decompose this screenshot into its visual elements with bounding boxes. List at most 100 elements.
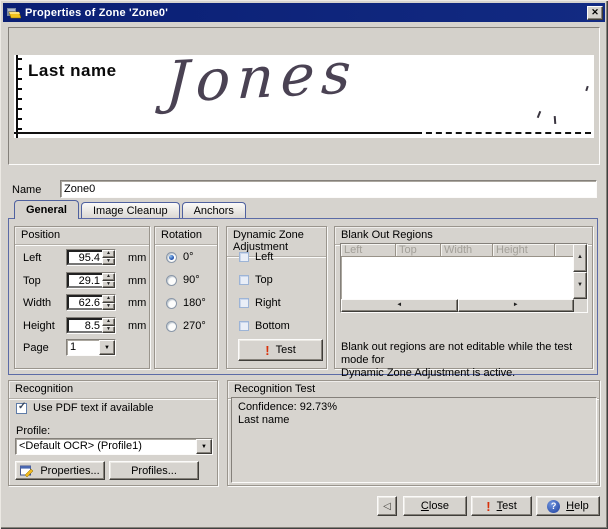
checkbox-icon[interactable] xyxy=(239,275,249,285)
rotation-90-label: 90° xyxy=(183,274,200,286)
alert-icon: ! xyxy=(486,501,490,512)
form-edge-ticks xyxy=(16,58,22,134)
note-line-1: Blank out regions are not editable while… xyxy=(341,341,588,367)
test-label: Test xyxy=(497,500,517,512)
close-label: Close xyxy=(421,500,449,512)
width-spinner: ▲▼ xyxy=(66,294,116,311)
checkbox-checked-icon[interactable]: ✓ xyxy=(16,403,27,414)
scan-noise xyxy=(585,86,588,91)
top-spinner: ▲▼ xyxy=(66,272,116,289)
use-pdf-label: Use PDF text if available xyxy=(33,402,153,414)
page-dropdown[interactable]: 1 ▼ xyxy=(66,339,116,356)
back-button[interactable]: ◁ xyxy=(377,496,397,516)
dza-bottom-label: Bottom xyxy=(255,320,290,332)
top-label: Top xyxy=(23,275,41,287)
col-left: Left xyxy=(341,244,396,257)
tab-image-cleanup[interactable]: Image Cleanup xyxy=(81,202,180,219)
top-input[interactable] xyxy=(67,273,102,288)
scroll-up-icon[interactable]: ▲ xyxy=(573,244,587,272)
profiles-button[interactable]: Profiles... xyxy=(109,461,199,480)
name-input[interactable] xyxy=(60,180,597,198)
horizontal-scrollbar[interactable]: ◄ ► xyxy=(341,299,574,312)
height-label: Height xyxy=(23,320,55,332)
rotation-0-label: 0° xyxy=(183,251,194,263)
tab-anchors[interactable]: Anchors xyxy=(182,202,246,219)
spin-up-icon[interactable]: ▲ xyxy=(102,273,115,281)
spin-down-icon[interactable]: ▼ xyxy=(102,326,115,334)
width-unit: mm xyxy=(128,297,146,309)
scroll-right-icon[interactable]: ► xyxy=(458,299,575,312)
radio-icon[interactable] xyxy=(166,252,177,263)
properties-dialog: Properties of Zone 'Zone0' ✕ Last name J… xyxy=(0,0,608,529)
note-line-2: Dynamic Zone Adjustment is active. xyxy=(341,367,588,380)
left-spinner: ▲▼ xyxy=(66,249,116,266)
scroll-left-icon[interactable]: ◄ xyxy=(341,299,458,312)
top-unit: mm xyxy=(128,275,146,287)
checkbox-icon[interactable] xyxy=(239,298,249,308)
spin-up-icon[interactable]: ▲ xyxy=(102,318,115,326)
form-baseline-dashed xyxy=(416,132,591,134)
height-spinner: ▲▼ xyxy=(66,317,116,334)
checkbox-icon[interactable] xyxy=(239,252,249,262)
position-group: Position Left ▲▼ mm Top ▲▼ mm Width ▲▼ m… xyxy=(14,226,150,369)
scroll-down-icon[interactable]: ▼ xyxy=(573,272,587,300)
height-input[interactable] xyxy=(67,318,102,333)
dza-test-label: Test xyxy=(276,344,296,356)
window-title: Properties of Zone 'Zone0' xyxy=(25,7,587,19)
properties-icon xyxy=(20,465,34,477)
rotation-180[interactable]: 180° xyxy=(166,297,206,309)
blank-out-regions-group: Blank Out Regions Left Top Width Height … xyxy=(334,226,593,369)
checkbox-icon[interactable] xyxy=(239,321,249,331)
left-unit: mm xyxy=(128,252,146,264)
rotation-group-title: Rotation xyxy=(155,227,217,245)
vertical-scrollbar[interactable]: ▲ ▼ xyxy=(573,244,587,299)
test-button[interactable]: ! Test xyxy=(471,496,532,516)
dza-bottom[interactable]: Bottom xyxy=(239,320,290,332)
dza-top[interactable]: Top xyxy=(239,274,273,286)
left-input[interactable] xyxy=(67,250,102,265)
profile-value: <Default OCR> (Profile1) xyxy=(16,439,196,454)
tab-general[interactable]: General xyxy=(14,200,79,219)
dza-right[interactable]: Right xyxy=(239,297,281,309)
radio-icon[interactable] xyxy=(166,275,177,286)
recognition-group-title: Recognition xyxy=(9,381,217,399)
blank-out-list[interactable]: Left Top Width Height ▲ ▼ ◄ ► xyxy=(340,243,588,313)
scan-noise xyxy=(537,111,541,118)
dropdown-arrow-icon[interactable]: ▼ xyxy=(99,340,115,355)
left-label: Left xyxy=(23,252,41,264)
close-icon[interactable]: ✕ xyxy=(587,6,603,20)
use-pdf-checkbox[interactable]: ✓ Use PDF text if available xyxy=(16,402,153,414)
close-button[interactable]: Close xyxy=(403,496,467,516)
spin-up-icon[interactable]: ▲ xyxy=(102,250,115,258)
dza-left[interactable]: Left xyxy=(239,251,273,263)
width-input[interactable] xyxy=(67,295,102,310)
rotation-90[interactable]: 90° xyxy=(166,274,200,286)
dza-top-label: Top xyxy=(255,274,273,286)
rotation-270-label: 270° xyxy=(183,320,206,332)
result-text: Last name xyxy=(238,414,590,427)
spin-up-icon[interactable]: ▲ xyxy=(102,295,115,303)
spin-down-icon[interactable]: ▼ xyxy=(102,281,115,289)
properties-button[interactable]: Properties... xyxy=(15,461,105,480)
dza-left-label: Left xyxy=(255,251,273,263)
radio-icon[interactable] xyxy=(166,321,177,332)
profile-dropdown[interactable]: <Default OCR> (Profile1) ▼ xyxy=(15,438,213,455)
dza-test-button[interactable]: ! Test xyxy=(238,339,323,361)
rotation-0[interactable]: 0° xyxy=(166,251,194,263)
help-label: Help xyxy=(566,500,589,512)
blank-out-note: Blank out regions are not editable while… xyxy=(341,341,588,380)
spin-down-icon[interactable]: ▼ xyxy=(102,258,115,266)
col-width: Width xyxy=(441,244,493,257)
spin-down-icon[interactable]: ▼ xyxy=(102,303,115,311)
radio-icon[interactable] xyxy=(166,298,177,309)
help-icon: ? xyxy=(547,500,560,513)
help-button[interactable]: ? Help xyxy=(536,496,600,516)
position-group-title: Position xyxy=(15,227,149,245)
rotation-270[interactable]: 270° xyxy=(166,320,206,332)
dropdown-arrow-icon[interactable]: ▼ xyxy=(196,439,212,454)
rotation-group: Rotation 0° 90° 180° 270° xyxy=(154,226,218,369)
dynamic-zone-adjustment-group: Dynamic Zone Adjustment Left Top Right B… xyxy=(226,226,327,369)
scanned-image: Last name Jones xyxy=(14,55,594,138)
tab-strip: General Image Cleanup Anchors xyxy=(14,200,246,219)
recognition-test-output: Confidence: 92.73% Last name xyxy=(231,397,597,483)
